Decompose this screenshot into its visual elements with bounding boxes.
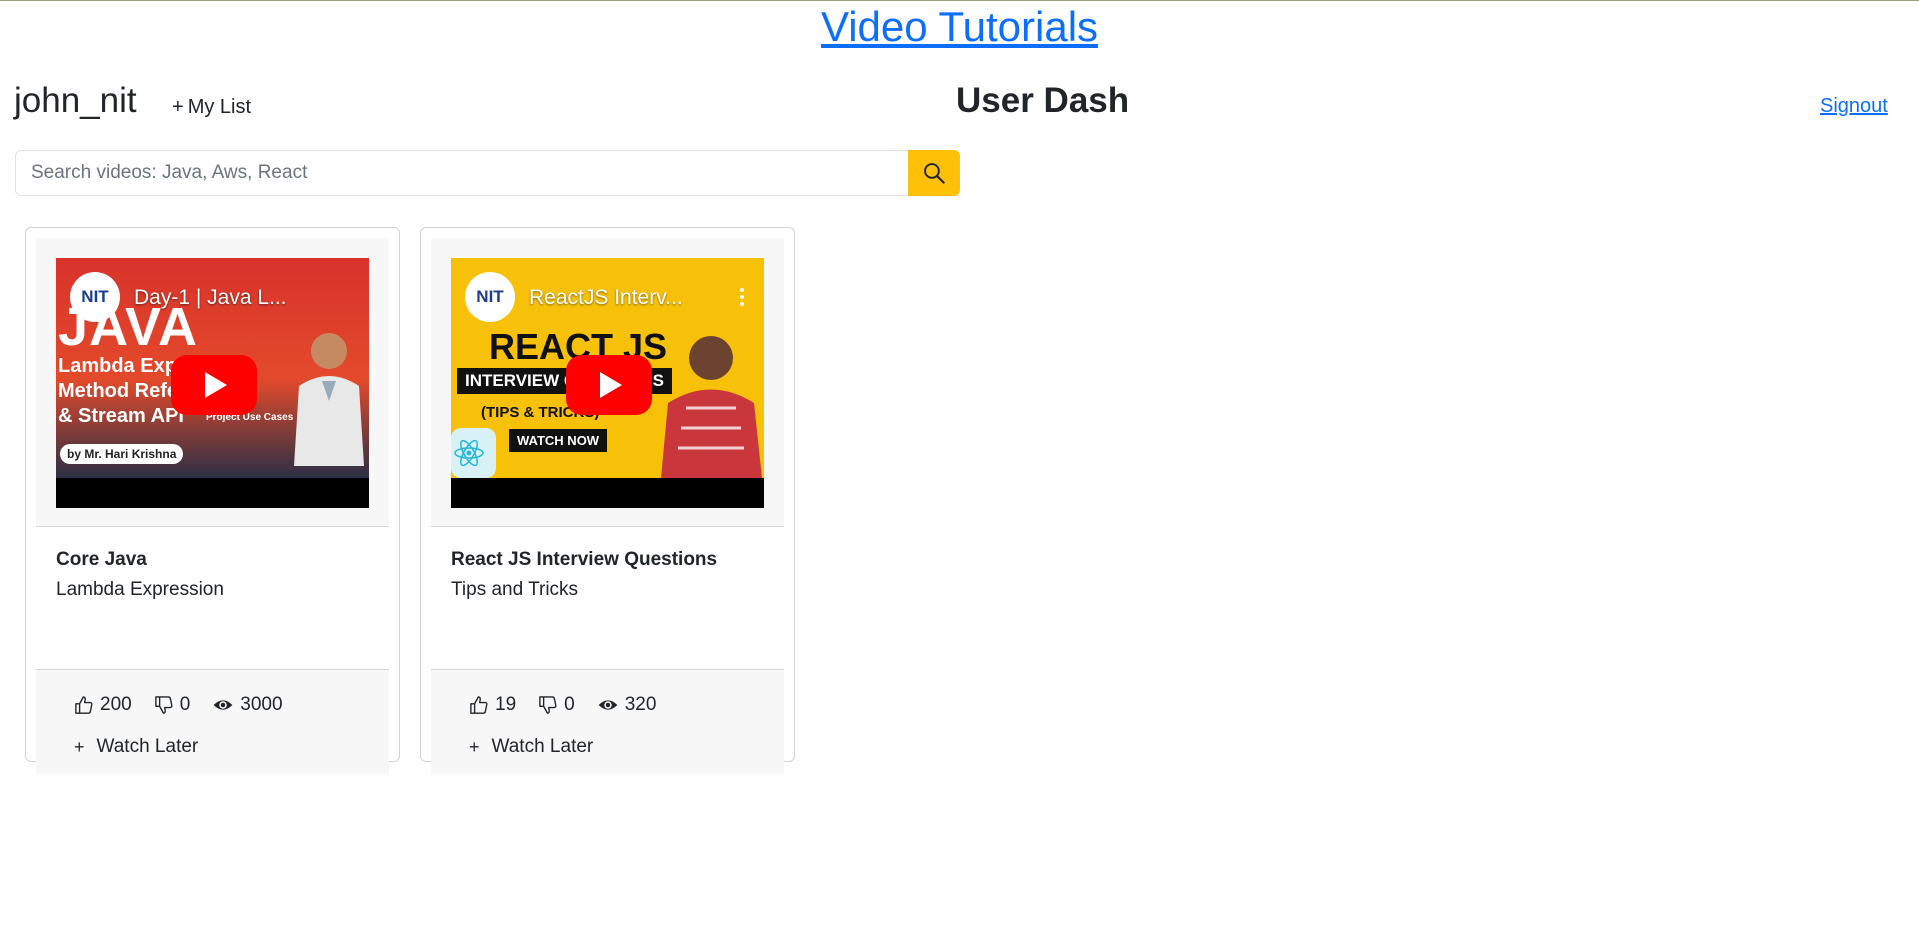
youtube-play-icon[interactable]: [566, 355, 652, 415]
video-embed-area: REACT JS INTERVIEW QUESTIONS (TIPS & TRI…: [431, 238, 784, 527]
thumbs-up-icon: [75, 696, 93, 714]
video-embed-area: JAVA Lambda Expression Method Reference …: [36, 238, 389, 527]
eye-icon: [213, 700, 233, 710]
search-bar: [15, 150, 960, 196]
search-button[interactable]: [908, 150, 960, 196]
more-options-icon[interactable]: [740, 288, 744, 309]
plus-icon: +: [469, 736, 480, 757]
dislikes-stat[interactable]: 0: [538, 694, 575, 716]
video-description: Lambda Expression: [56, 579, 224, 600]
likes-count: 200: [100, 694, 132, 715]
dislikes-stat[interactable]: 0: [154, 694, 191, 716]
search-icon: [924, 163, 945, 184]
channel-logo: NIT: [465, 272, 515, 322]
presenter-figure: [661, 336, 762, 478]
eye-icon: [598, 700, 618, 710]
react-logo-icon: [451, 428, 496, 478]
plus-icon: +: [172, 96, 184, 118]
watch-later-label: Watch Later: [491, 736, 594, 757]
signout-link[interactable]: Signout: [1820, 95, 1888, 118]
thumbs-down-icon: [154, 696, 173, 714]
likes-stat[interactable]: 200: [74, 694, 132, 716]
card-body: React JS Interview Questions Tips and Tr…: [431, 527, 784, 670]
site-title-link[interactable]: Video Tutorials: [0, 3, 1919, 51]
card-footer: 19 0 320 + Watch Later: [431, 670, 784, 774]
my-list-button[interactable]: + My List: [172, 96, 251, 119]
video-player[interactable]: REACT JS INTERVIEW QUESTIONS (TIPS & TRI…: [451, 258, 764, 508]
thumb-text: WATCH NOW: [509, 429, 608, 452]
views-count: 3000: [240, 694, 283, 715]
watch-later-button[interactable]: + Watch Later: [469, 736, 784, 758]
thumb-text: & Stream API: [58, 405, 184, 427]
thumbs-down-icon: [539, 696, 557, 714]
video-card: REACT JS INTERVIEW QUESTIONS (TIPS & TRI…: [420, 227, 795, 774]
dislikes-count: 0: [179, 694, 191, 715]
video-title: React JS Interview Questions: [451, 549, 718, 570]
card-body: Core Java Lambda Expression: [36, 527, 389, 670]
views-stat: 3000: [212, 694, 283, 716]
likes-stat[interactable]: 19: [469, 694, 516, 716]
watch-later-label: Watch Later: [96, 736, 199, 757]
page-heading: User Dash: [956, 81, 1130, 120]
embed-title: ReactJS Interv...: [529, 286, 683, 309]
my-list-label: My List: [187, 96, 252, 118]
youtube-play-icon[interactable]: [171, 355, 257, 415]
video-title: Core Java: [56, 549, 147, 570]
likes-count: 19: [495, 694, 517, 715]
search-input[interactable]: [15, 150, 908, 196]
channel-logo: NIT: [70, 272, 120, 322]
video-description: Tips and Tricks: [451, 579, 579, 600]
presenter-figure: [294, 333, 364, 466]
views-count: 320: [624, 694, 657, 715]
embed-title: Day-1 | Java L...: [134, 286, 287, 309]
plus-icon: +: [74, 736, 85, 757]
video-player[interactable]: JAVA Lambda Expression Method Reference …: [56, 258, 369, 508]
thumb-credit: by Mr. Hari Krishna: [60, 444, 184, 464]
dislikes-count: 0: [564, 694, 575, 715]
views-stat: 320: [597, 694, 657, 716]
card-footer: 200 0 3000 + Watch Later: [36, 670, 389, 774]
watch-later-button[interactable]: + Watch Later: [74, 736, 389, 758]
username: john_nit: [14, 81, 137, 120]
thumbs-up-icon: [470, 696, 488, 714]
video-card: JAVA Lambda Expression Method Reference …: [25, 227, 400, 774]
